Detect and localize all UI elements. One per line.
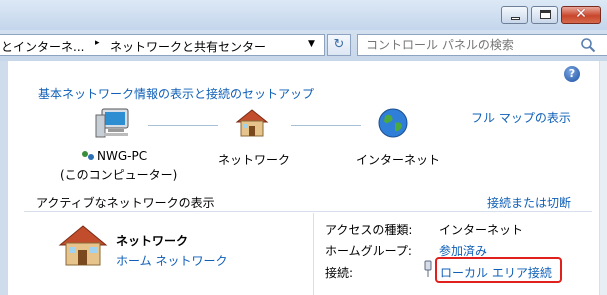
connect-disconnect-link[interactable]: 接続または切断 bbox=[487, 194, 571, 211]
network-type-link[interactable]: ホーム ネットワーク bbox=[116, 252, 227, 269]
help-icon[interactable]: ? bbox=[564, 66, 580, 82]
search-box[interactable] bbox=[357, 34, 607, 56]
address-bar[interactable]: とインターネ... ▸ ネットワークと共有センター ▼ bbox=[0, 34, 325, 56]
network-label: ネットワーク bbox=[218, 153, 291, 167]
access-type-value: インターネット bbox=[439, 223, 524, 237]
connection-line bbox=[148, 125, 218, 126]
column-divider bbox=[313, 213, 314, 295]
close-button[interactable]: ✕ bbox=[561, 6, 601, 24]
maximize-icon bbox=[540, 10, 551, 19]
computer-icon[interactable] bbox=[94, 107, 132, 139]
local-area-connection-link[interactable]: ローカル エリア接続 bbox=[440, 264, 552, 281]
computer-subtitle: (このコンピューター) bbox=[60, 168, 178, 182]
title-bar: ✕ bbox=[0, 0, 607, 30]
breadcrumb-current[interactable]: ネットワークと共有センター bbox=[110, 38, 266, 55]
search-icon[interactable] bbox=[580, 37, 596, 53]
search-input[interactable] bbox=[366, 37, 566, 53]
computer-name: NWG-PC bbox=[97, 149, 148, 163]
network-status-icon bbox=[82, 151, 94, 160]
vertical-scrollbar[interactable] bbox=[599, 61, 607, 295]
connections-label: 接続: bbox=[325, 266, 354, 280]
minimize-icon bbox=[511, 17, 520, 20]
homegroup-label: ホームグループ: bbox=[325, 244, 412, 258]
ethernet-icon bbox=[424, 260, 432, 277]
close-icon: ✕ bbox=[575, 6, 587, 22]
refresh-icon: ↻ bbox=[333, 37, 345, 52]
minimize-button[interactable] bbox=[501, 6, 528, 24]
refresh-button[interactable]: ↻ bbox=[327, 34, 351, 56]
network-icon[interactable] bbox=[234, 107, 270, 139]
access-type-label: アクセスの種類: bbox=[325, 223, 413, 237]
maximize-button[interactable] bbox=[531, 6, 558, 24]
full-map-link[interactable]: フル マップの表示 bbox=[471, 109, 571, 126]
breadcrumb-separator-icon[interactable]: ▸ bbox=[95, 38, 100, 48]
section-divider bbox=[24, 211, 592, 212]
active-network-name: ネットワーク bbox=[116, 234, 189, 248]
main-content: ? 基本ネットワーク情報の表示と接続のセットアップ フル マップの表示 NWG-… bbox=[8, 61, 607, 295]
internet-label: インターネット bbox=[356, 153, 441, 167]
active-networks-heading: アクティブなネットワークの表示 bbox=[36, 196, 215, 210]
home-network-icon bbox=[58, 225, 108, 266]
breadcrumb-item[interactable]: とインターネ... bbox=[1, 38, 84, 55]
navigation-bar: とインターネ... ▸ ネットワークと共有センター ▼ ↻ bbox=[0, 30, 607, 61]
chevron-down-icon[interactable]: ▼ bbox=[308, 39, 315, 49]
page-heading: 基本ネットワーク情報の表示と接続のセットアップ bbox=[38, 87, 315, 101]
connection-line bbox=[291, 125, 361, 126]
internet-globe-icon[interactable] bbox=[377, 107, 409, 139]
